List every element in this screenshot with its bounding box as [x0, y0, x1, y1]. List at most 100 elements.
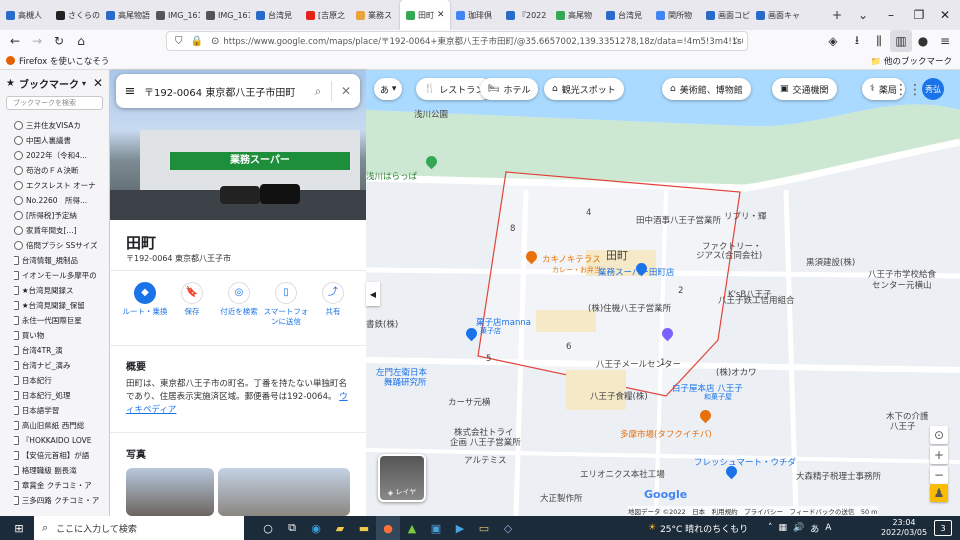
tab[interactable]: 台湾見	[250, 0, 300, 30]
action-4-button[interactable]: ⤴ 共有	[310, 282, 356, 317]
map-category-chip[interactable]: ⌂ 美術館、博物館	[662, 78, 751, 100]
map-place-label[interactable]: 浅川はらっぱ	[366, 170, 417, 182]
map-search-box[interactable]: ≡ 〒192-0064 東京都八王子市田町 ⌕ ✕	[116, 74, 360, 108]
search-icon[interactable]: ⌕	[305, 84, 331, 99]
my-location-icon[interactable]: ⊙	[930, 426, 948, 444]
bookmark-item[interactable]: ›格理職級 副長滝	[14, 463, 109, 478]
tab[interactable]: 高尾物語	[100, 0, 150, 30]
collapse-panel-button[interactable]: ◀	[366, 282, 380, 306]
account-avatar[interactable]: 秀弘	[922, 78, 944, 100]
map-category-chip[interactable]: 🛏 ホテル	[480, 78, 539, 100]
map-place-label[interactable]: 大正製作所	[540, 492, 583, 504]
task-view-icon[interactable]: ⧉	[280, 516, 304, 540]
reload-icon[interactable]: ↻	[48, 30, 70, 52]
bookmark-item[interactable]: ›日本紀行_処理	[14, 388, 109, 403]
bookmark-item[interactable]: 三井住友VISAカ	[14, 118, 109, 133]
tray-overflow-icon[interactable]: ˄	[768, 523, 773, 533]
action-0-button[interactable]: ◆ ルート・乗換	[122, 282, 168, 317]
tab[interactable]: 画面コピ	[700, 0, 750, 30]
map-place-label[interactable]: 黒須建設(株)	[806, 256, 855, 268]
photo-thumbnail[interactable]	[218, 468, 350, 516]
new-tab-button[interactable]: +	[826, 4, 848, 26]
lock-icon[interactable]: 🔒	[191, 36, 203, 47]
firefox-tips-link[interactable]: Firefox を使いこなそう	[19, 55, 109, 67]
download-icon[interactable]: ⭳	[846, 30, 868, 52]
bookmark-item[interactable]: 中国人裏議書	[14, 133, 109, 148]
bookmark-item[interactable]: 倍問プラシ SSサイズ	[14, 238, 109, 253]
home-icon[interactable]: ⌂	[70, 30, 92, 52]
zoom-out-button[interactable]: −	[930, 466, 948, 484]
map-place-label[interactable]: 舞踊研究所	[384, 376, 427, 388]
map-place-label[interactable]: フレッシュマート・ウチダ	[694, 456, 796, 468]
permissions-icon[interactable]: ⊙	[211, 36, 219, 47]
bookmark-item[interactable]: ›高山旧県紙 西門総	[14, 418, 109, 433]
bookmark-item[interactable]: 家賃年間支[...]	[14, 223, 109, 238]
map-place-label[interactable]: 企画 八王子営業所	[450, 436, 521, 448]
bookmark-item[interactable]: ›三多四路 クチコミ・ア	[14, 493, 109, 508]
tab[interactable]: 画面キャ	[750, 0, 800, 30]
bookmark-item[interactable]: ›台湾4TR_演	[14, 343, 109, 358]
bookmark-item[interactable]: ›イオンモール多摩平の	[14, 268, 109, 283]
bookmark-item[interactable]: ›『HOKKAIDO LOVE	[14, 433, 109, 448]
tab[interactable]: IMG_1612.j	[150, 0, 200, 30]
search-input[interactable]: 〒192-0064 東京都八王子市田町	[144, 84, 305, 99]
apps-grid-icon[interactable]: ⋮⋮	[894, 82, 922, 98]
map-place-label[interactable]: 田中酒事八王子営業所	[636, 214, 721, 226]
tab[interactable]: 高尾物	[550, 0, 600, 30]
map-place-label[interactable]: 書鉄(株)	[366, 318, 398, 330]
bookmark-item[interactable]: ›台湾情報_規制品	[14, 253, 109, 268]
bookmark-star-icon[interactable]: ☆	[732, 36, 741, 47]
back-icon[interactable]: ←	[4, 30, 26, 52]
bookmark-item[interactable]: ›永住一代国際巨星	[14, 313, 109, 328]
map-place-label[interactable]: カキノキテラス	[542, 253, 601, 265]
shield-icon[interactable]: ⛉	[175, 36, 183, 47]
bookmark-item[interactable]: ›章賞金 クチコミ・ア	[14, 478, 109, 493]
network-icon[interactable]: ▦	[779, 523, 788, 533]
map-place-label[interactable]: エリオニクス本社工場	[580, 468, 665, 480]
bookmark-item[interactable]: 2022年（令和4...	[14, 148, 109, 163]
action-1-button[interactable]: 🔖 保存	[169, 282, 215, 317]
account-icon[interactable]: ●	[912, 30, 934, 52]
library-icon[interactable]: ⫼	[868, 30, 890, 52]
pocket-icon[interactable]: ◈	[822, 30, 844, 52]
ime-icon[interactable]: あ	[810, 522, 819, 535]
bookmark-item[interactable]: No.2260 所得...	[14, 193, 109, 208]
firefox-icon[interactable]: ●	[376, 516, 400, 540]
sidebar-toggle-icon[interactable]: ▥	[890, 30, 912, 52]
bookmark-item[interactable]: ›台湾ナビ_演み	[14, 358, 109, 373]
tab[interactable]: 関所物	[650, 0, 700, 30]
explorer-icon[interactable]: ▬	[352, 516, 376, 540]
map-canvas[interactable]: あ ▾ 🍴 レストラン 🛏 ホテル ⌂ 観光スポット ⌂ 美術館、博物館 ▣ 交通機関 ⚕ 薬局 ⋮⋮…	[366, 70, 960, 516]
close-window-button[interactable]: ✕	[922, 0, 960, 30]
pegman-icon[interactable]: ♟	[930, 484, 948, 502]
sidebar-title[interactable]: ブックマーク	[19, 76, 79, 91]
map-place-label[interactable]: アルテミス	[464, 454, 507, 466]
paint-icon[interactable]: ◇	[496, 516, 520, 540]
edge-icon[interactable]: ◉	[304, 516, 328, 540]
other-bookmarks[interactable]: 📁 他のブックマーク	[871, 55, 952, 67]
map-place-label[interactable]: 菓子店	[480, 326, 501, 336]
notepad-icon[interactable]: ▭	[472, 516, 496, 540]
volume-icon[interactable]: 🔊	[793, 523, 804, 533]
bookmark-item[interactable]: [所得税]予定納	[14, 208, 109, 223]
bookmark-item[interactable]: ›日本紀行	[14, 373, 109, 388]
bookmark-search-input[interactable]: ブックマークを検索	[6, 96, 103, 110]
hamburger-menu-icon[interactable]: ≡	[116, 84, 144, 99]
clock[interactable]: 23:04 2022/03/05	[880, 518, 928, 538]
tab[interactable]: 業務ス	[350, 0, 400, 30]
windows-start-icon[interactable]: ⊞	[4, 516, 34, 540]
map-place-label[interactable]: 浅川公園	[414, 108, 448, 120]
map-place-label[interactable]: 和菓子屋	[704, 392, 732, 402]
tab[interactable]: [吉原之	[300, 0, 350, 30]
map-place-label[interactable]: 八王子鉄工信用組合	[718, 294, 795, 306]
bookmark-item[interactable]: ›日本語学習	[14, 403, 109, 418]
tab[interactable]: 『2022	[500, 0, 550, 30]
map-place-label[interactable]: 八王子	[890, 420, 916, 432]
cortana-icon[interactable]: ○	[256, 516, 280, 540]
ime-mode-icon[interactable]: A	[825, 523, 831, 533]
tab[interactable]: 高槻人	[0, 0, 50, 30]
map-category-chip[interactable]: ▣ 交通機関	[772, 78, 837, 100]
url-bar[interactable]: ⛉ 🔒 ⊙ https://www.google.com/maps/place/…	[166, 31, 748, 51]
bookmark-item[interactable]: 苟治のＦＡ決断	[14, 163, 109, 178]
sidebar-dropdown-icon[interactable]: ▾	[82, 79, 86, 88]
